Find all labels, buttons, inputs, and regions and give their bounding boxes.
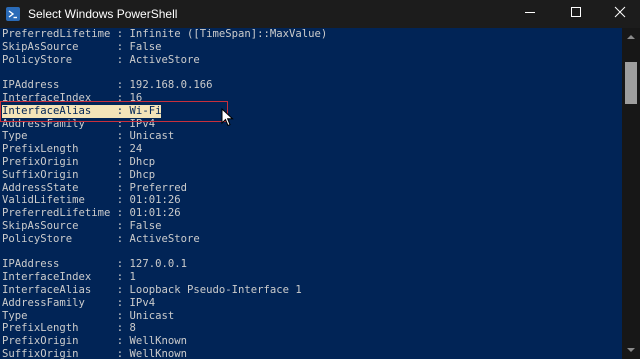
console-line: SkipAsSource : False	[2, 220, 162, 232]
scroll-down-button[interactable]	[622, 341, 640, 359]
console-line: PrefixOrigin : WellKnown	[2, 335, 187, 348]
scrollbar-thumb[interactable]	[625, 62, 637, 104]
console-line: PrefixOrigin : Dhcp	[2, 156, 156, 168]
close-button[interactable]	[599, 0, 640, 28]
window-title: Select Windows PowerShell	[28, 7, 178, 21]
console-line: AddressFamily : IPv4	[2, 296, 156, 309]
console-line: SuffixOrigin : Dhcp	[2, 168, 156, 181]
console-line: PolicyStore : ActiveStore	[2, 53, 200, 66]
console-line: Type : Unicast	[2, 309, 175, 322]
powershell-window: Select Windows PowerShell PreferredLifet…	[0, 0, 640, 359]
maximize-icon	[570, 5, 582, 23]
minimize-button[interactable]	[507, 0, 553, 28]
console-line: SuffixOrigin : WellKnown	[2, 348, 187, 359]
console-line: Type : Unicast	[2, 130, 175, 143]
console-line: PreferredLifetime : 01:01:26	[2, 207, 181, 220]
title-bar[interactable]: Select Windows PowerShell	[0, 0, 640, 28]
vertical-scrollbar[interactable]	[622, 28, 640, 359]
console-line: PreferredLifetime : Infinite ([TimeSpan]…	[2, 28, 328, 40]
console-line: PrefixLength : 8	[2, 322, 136, 335]
console-line: PolicyStore : ActiveStore	[2, 232, 200, 245]
console-line: InterfaceIndex : 1	[2, 271, 136, 284]
scroll-up-button[interactable]	[622, 28, 640, 46]
minimize-icon	[524, 5, 536, 23]
powershell-icon	[6, 7, 20, 21]
console-line: AddressState : Preferred	[2, 181, 187, 194]
console-line: IPAddress : 127.0.0.1	[2, 258, 187, 271]
console-line: SkipAsSource : False	[2, 40, 162, 53]
console-line: PrefixLength : 24	[2, 143, 143, 156]
console-line: InterfaceAlias : Loopback Pseudo-Interfa…	[2, 284, 302, 296]
console-line: ValidLifetime : 01:01:26	[2, 194, 181, 207]
console-output[interactable]: PreferredLifetime : Infinite ([TimeSpan]…	[0, 28, 622, 359]
close-icon	[614, 5, 626, 23]
maximize-button[interactable]	[553, 0, 599, 28]
mouse-cursor-icon	[221, 107, 235, 128]
ip-address-highlight-box	[0, 101, 228, 122]
console-line: IPAddress : 192.168.0.166	[2, 79, 213, 92]
